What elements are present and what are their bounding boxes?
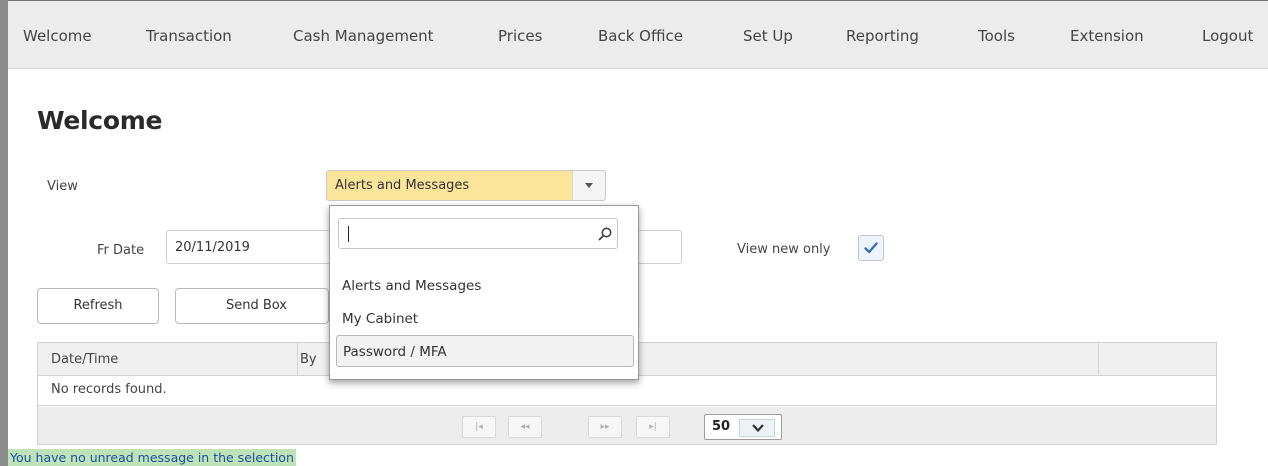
window-frame-left: [0, 0, 8, 466]
nav-item-reporting[interactable]: Reporting: [846, 27, 919, 45]
chevron-down-icon: [585, 183, 593, 188]
next-page-button[interactable]: ▸▸: [588, 416, 622, 438]
view-select-value: Alerts and Messages: [335, 178, 470, 193]
view-new-only-checkbox[interactable]: [858, 235, 884, 261]
last-page-button[interactable]: ▸|: [636, 416, 670, 438]
nav-item-tools[interactable]: Tools: [978, 27, 1015, 45]
refresh-button[interactable]: Refresh: [37, 288, 159, 324]
text-caret: [348, 226, 349, 242]
status-message: You have no unread message in the select…: [8, 449, 296, 466]
checkmark-icon: [864, 242, 878, 254]
table-row: No records found.: [38, 376, 1216, 406]
column-header-date-time[interactable]: Date/Time: [51, 352, 118, 367]
dropdown-option-my-cabinet[interactable]: My Cabinet: [336, 303, 634, 335]
nav-item-welcome[interactable]: Welcome: [23, 27, 92, 45]
top-nav: Welcome Transaction Cash Management Pric…: [8, 0, 1268, 69]
send-box-button[interactable]: Send Box: [175, 288, 329, 324]
page-size-toggle[interactable]: [739, 419, 775, 437]
column-separator: [1098, 343, 1099, 376]
from-date-value: 20/11/2019: [175, 240, 250, 255]
chevron-down-icon: [752, 424, 764, 433]
view-select[interactable]: Alerts and Messages: [326, 170, 606, 201]
nav-item-cash-management[interactable]: Cash Management: [293, 27, 434, 45]
column-separator: [297, 343, 298, 376]
previous-page-button[interactable]: ◂◂: [508, 416, 542, 438]
nav-item-prices[interactable]: Prices: [498, 27, 542, 45]
view-new-only-label: View new only: [737, 242, 831, 257]
nav-item-set-up[interactable]: Set Up: [743, 27, 793, 45]
dropdown-option-password-mfa[interactable]: Password / MFA: [336, 335, 634, 367]
dropdown-option-alerts-and-messages[interactable]: Alerts and Messages: [336, 270, 634, 302]
view-label: View: [47, 179, 78, 194]
page-title: Welcome: [37, 106, 163, 135]
dropdown-search-input[interactable]: [351, 223, 581, 245]
nav-item-extension[interactable]: Extension: [1070, 27, 1144, 45]
empty-grid-message: No records found.: [51, 382, 167, 397]
search-icon: [598, 227, 612, 241]
nav-item-transaction[interactable]: Transaction: [146, 27, 232, 45]
from-date-label: Fr Date: [97, 243, 145, 258]
view-dropdown-panel: Alerts and Messages My Cabinet Password …: [329, 205, 639, 380]
page-size-value: 50: [712, 419, 731, 434]
first-page-button[interactable]: |◂: [462, 416, 496, 438]
nav-item-back-office[interactable]: Back Office: [598, 27, 683, 45]
from-date-input[interactable]: 20/11/2019: [166, 230, 336, 264]
view-select-toggle[interactable]: [572, 171, 605, 200]
grid-pager: |◂ ◂◂ ▸▸ ▸| 50: [38, 407, 1216, 444]
nav-item-logout[interactable]: Logout: [1202, 27, 1253, 45]
page-size-select[interactable]: 50: [704, 414, 782, 440]
dropdown-search-box[interactable]: [338, 218, 618, 249]
column-header-by[interactable]: By: [300, 352, 317, 367]
